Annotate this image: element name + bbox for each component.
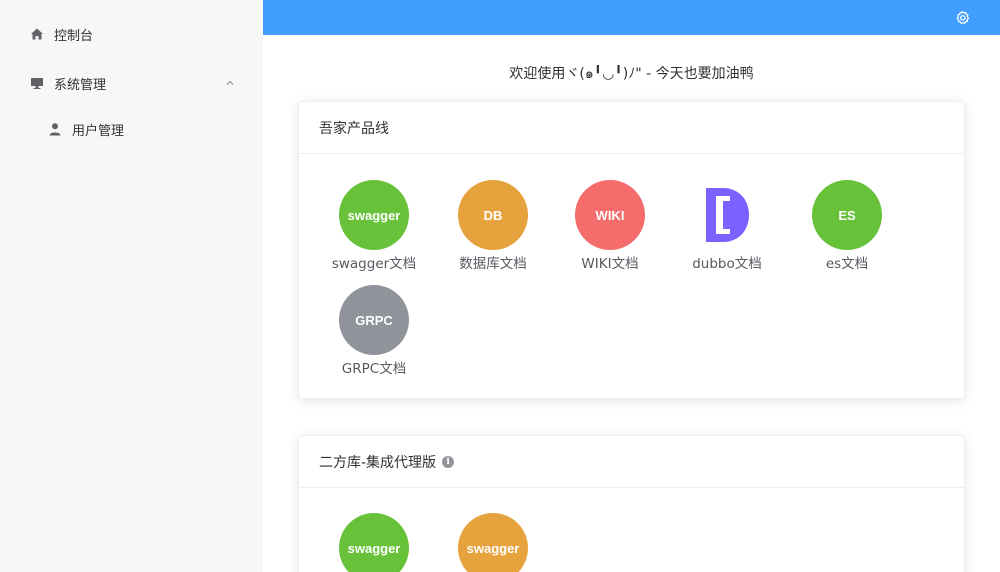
grpc-badge: GRPC	[339, 285, 409, 355]
database-doc-link[interactable]: DB 数据库文档	[433, 180, 553, 272]
chevron-up-icon	[225, 77, 235, 87]
db-badge: DB	[458, 180, 528, 250]
product-line-card: 吾家产品线 swagger swagger文档 DB 数据库文档 WIKI WI…	[298, 101, 965, 399]
gear-icon[interactable]	[955, 10, 970, 25]
swagger-badge: swagger	[339, 180, 409, 250]
grpc-doc-link[interactable]: GRPC GRPC文档	[314, 285, 434, 377]
home-icon	[30, 27, 44, 41]
swagger-badge: swagger	[458, 513, 528, 572]
swagger-proxy-link[interactable]: swagger	[314, 513, 434, 572]
sidebar-item-user-management[interactable]: 用户管理	[0, 109, 263, 149]
sidebar-item-label: 系统管理	[54, 77, 107, 93]
sidebar-item-dashboard[interactable]: 控制台	[0, 14, 263, 54]
es-doc-link[interactable]: ES es文档	[787, 180, 907, 272]
tool-label: WIKI文档	[581, 256, 639, 272]
tool-label: GRPC文档	[341, 361, 407, 377]
tool-label: es文档	[825, 256, 869, 272]
second-party-library-card: 二方库-集成代理版 i swagger swagger	[298, 435, 965, 572]
welcome-message: 欢迎使用ヾ(๑╹◡╹)ﾉ" - 今天也要加油鸭	[509, 66, 754, 82]
es-badge: ES	[812, 180, 882, 250]
sidebar-item-system-management[interactable]: 系统管理	[0, 63, 263, 103]
card-title: 吾家产品线	[319, 120, 389, 137]
dubbo-logo-icon	[692, 180, 762, 250]
tool-label: swagger文档	[331, 256, 417, 272]
main-content: 欢迎使用ヾ(๑╹◡╹)ﾉ" - 今天也要加油鸭 吾家产品线 swagger sw…	[263, 35, 1000, 572]
swagger-badge: swagger	[339, 513, 409, 572]
app-window: 控制台 系统管理 用户管理 欢迎使用ヾ(๑╹◡╹)ﾉ" - 今天也要加油鸭 吾家…	[0, 0, 1000, 572]
card-header: 二方库-集成代理版 i	[299, 436, 964, 488]
sidebar-item-label: 控制台	[54, 28, 94, 44]
info-icon[interactable]: i	[442, 455, 455, 468]
monitor-icon	[30, 76, 44, 90]
wiki-badge: WIKI	[575, 180, 645, 250]
tool-label: 数据库文档	[459, 256, 527, 272]
sidebar: 控制台 系统管理 用户管理	[0, 0, 263, 572]
card-header: 吾家产品线	[299, 102, 964, 154]
tool-label: dubbo文档	[692, 256, 762, 272]
wiki-doc-link[interactable]: WIKI WIKI文档	[550, 180, 670, 272]
swagger-proxy-link-2[interactable]: swagger	[433, 513, 553, 572]
card-title: 二方库-集成代理版	[319, 454, 437, 471]
dubbo-doc-link[interactable]: dubbo文档	[667, 180, 787, 272]
top-header-bar	[263, 0, 1000, 35]
sidebar-item-label: 用户管理	[72, 123, 125, 139]
swagger-doc-link[interactable]: swagger swagger文档	[314, 180, 434, 272]
user-icon	[48, 122, 62, 136]
